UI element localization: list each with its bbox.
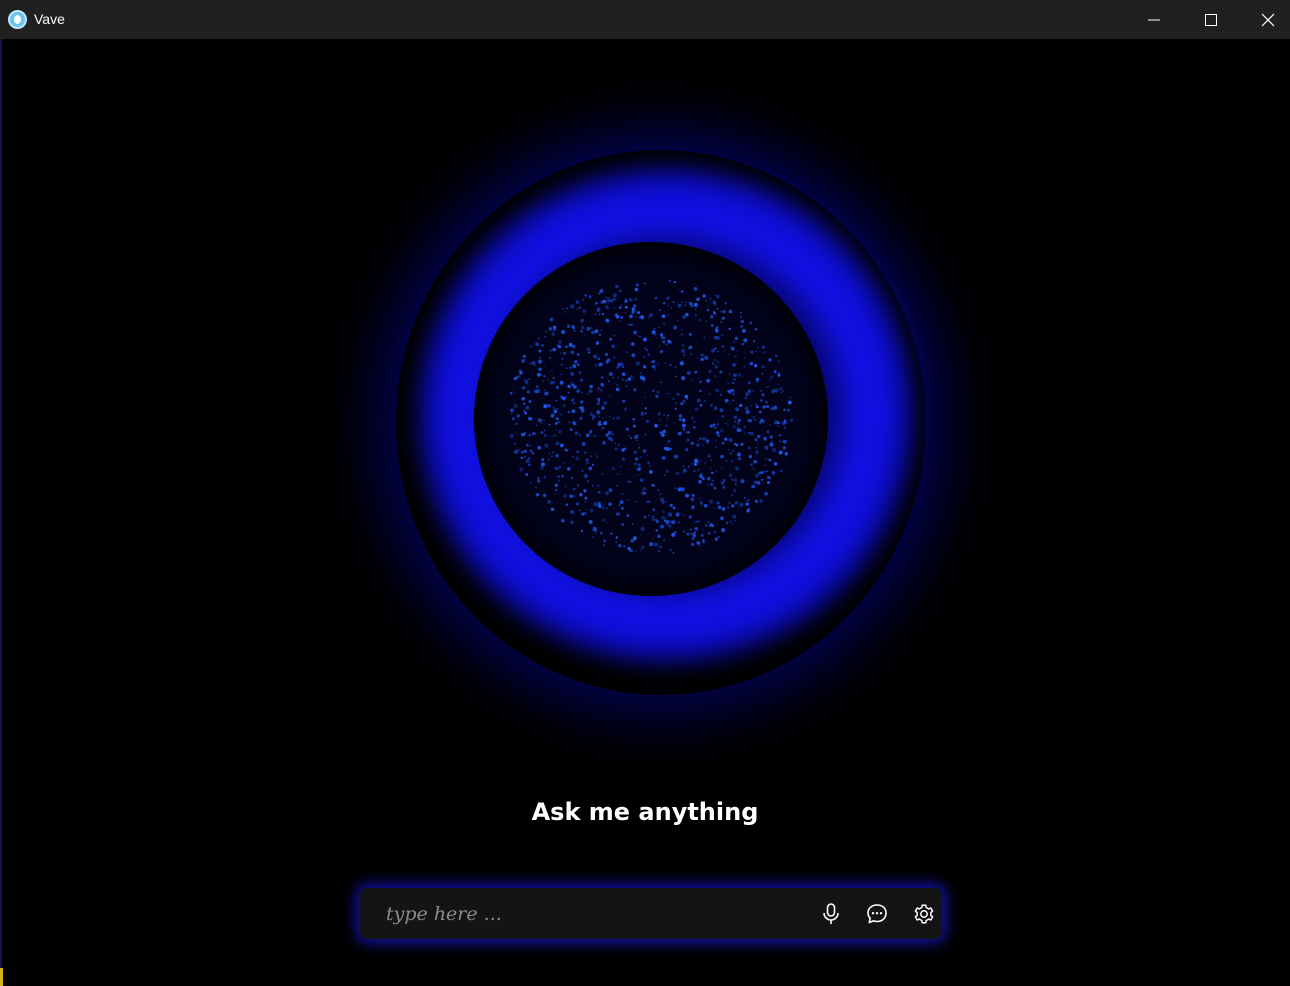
maximize-icon <box>1205 13 1217 26</box>
microphone-icon <box>823 903 839 924</box>
gear-icon <box>914 904 934 924</box>
chat-input-bar <box>360 888 942 939</box>
title-bar[interactable]: Vave <box>0 0 1290 39</box>
minimize-icon <box>1148 19 1160 20</box>
chat-button[interactable] <box>863 900 891 928</box>
microphone-button[interactable] <box>817 900 845 928</box>
window-left-border <box>0 39 2 986</box>
settings-button[interactable] <box>910 900 938 928</box>
message-input[interactable] <box>376 896 796 931</box>
maximize-button[interactable] <box>1183 0 1239 39</box>
chat-bubble-icon <box>867 904 887 924</box>
minimize-button[interactable] <box>1126 0 1182 39</box>
close-button[interactable] <box>1240 0 1290 39</box>
close-icon <box>1261 13 1275 26</box>
main-content <box>3 39 1290 986</box>
vave-app-icon <box>8 10 27 29</box>
app-window: Vave Ask me anything <box>0 0 1290 986</box>
taskbar-accent <box>0 968 3 986</box>
prompt-headline: Ask me anything <box>531 798 759 826</box>
window-title: Vave <box>34 11 65 27</box>
